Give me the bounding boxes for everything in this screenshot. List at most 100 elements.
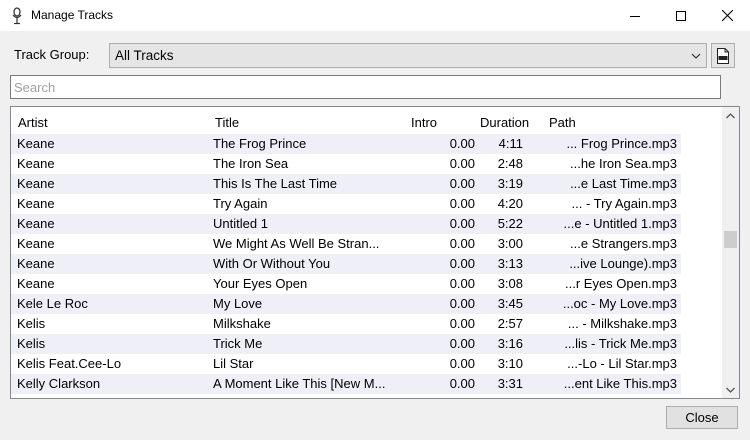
intro-cell: 0.00: [449, 236, 475, 251]
duration-cell: 3:13: [497, 256, 523, 271]
artist-cell: Kelly Clarkson: [17, 376, 101, 391]
list-rows: Keane The Frog Prince 0.00 4:11 ... Frog Pri…: [11, 134, 681, 394]
track-group-select[interactable]: All Tracks: [109, 43, 707, 68]
title-cell: With Or Without You: [213, 256, 331, 271]
title-cell: The Frog Prince: [213, 136, 307, 151]
artist-cell: Keane: [17, 276, 55, 291]
title-cell: Your Eyes Open: [213, 276, 308, 291]
title-cell: My Love: [213, 296, 263, 311]
table-row[interactable]: Kelis Feat.Cee-Lo Lil Star 0.00 3:10 ...-Lo …: [11, 354, 681, 374]
microphone-icon: [12, 7, 22, 25]
scroll-down-button[interactable]: [722, 381, 739, 398]
search-input[interactable]: [11, 76, 720, 98]
artist-cell: Keane: [17, 196, 55, 211]
path-cell: ... - Try Again.mp3: [571, 196, 678, 211]
table-row[interactable]: Keane The Iron Sea 0.00 2:48 ...he Iron Sea.…: [11, 154, 681, 174]
duration-cell: 4:20: [497, 196, 523, 211]
close-window-button[interactable]: [704, 0, 750, 31]
artist-cell: Keane: [17, 136, 55, 151]
intro-cell: 0.00: [449, 136, 475, 151]
path-cell: ...e - Untitled 1.mp3: [563, 216, 677, 231]
column-header-duration[interactable]: Duration: [480, 115, 529, 130]
title-cell: This Is The Last Time: [213, 176, 338, 191]
path-cell: ... Frog Prince.mp3: [566, 136, 677, 151]
table-row[interactable]: Keane The Frog Prince 0.00 4:11 ... Frog Pri…: [11, 134, 681, 154]
title-cell: Trick Me: [213, 336, 263, 351]
track-group-label: Track Group:: [14, 47, 90, 62]
title-cell: The Iron Sea: [213, 156, 289, 171]
title-cell: Milkshake: [213, 316, 271, 331]
scroll-up-button[interactable]: [722, 107, 739, 124]
duration-cell: 3:45: [497, 296, 523, 311]
track-group-value: All Tracks: [115, 48, 174, 63]
duration-cell: 3:31: [497, 376, 523, 391]
column-header-intro[interactable]: Intro: [411, 115, 437, 130]
intro-cell: 0.00: [449, 156, 475, 171]
table-row[interactable]: Kele Le Roc My Love 0.00 3:45 ...oc - My Lov…: [11, 294, 681, 314]
search-box[interactable]: [10, 75, 721, 99]
artist-cell: Keane: [17, 256, 55, 271]
intro-cell: 0.00: [449, 336, 475, 351]
close-button[interactable]: Close: [666, 406, 738, 429]
table-row[interactable]: Keane Try Again 0.00 4:20 ... - Try Again.mp…: [11, 194, 681, 214]
column-header-artist[interactable]: Artist: [18, 115, 48, 130]
artist-cell: Keane: [17, 236, 55, 251]
table-row[interactable]: Kelis Milkshake 0.00 2:57 ... - Milkshake.mp…: [11, 314, 681, 334]
chevron-down-icon: [691, 53, 701, 59]
minimize-icon: [630, 15, 640, 17]
scroll-thumb[interactable]: [724, 231, 737, 248]
minimize-button[interactable]: [612, 0, 658, 31]
intro-cell: 0.00: [449, 256, 475, 271]
path-cell: ...lis - Trick Me.mp3: [564, 336, 677, 351]
intro-cell: 0.00: [449, 296, 475, 311]
path-cell: ...r Eyes Open.mp3: [565, 276, 677, 291]
artist-cell: Kelis: [17, 336, 46, 351]
csv-file-icon: [717, 47, 729, 64]
intro-cell: 0.00: [449, 356, 475, 371]
path-cell: ... - Milkshake.mp3: [567, 316, 677, 331]
artist-cell: Keane: [17, 176, 55, 191]
duration-cell: 3:19: [497, 176, 523, 191]
duration-cell: 3:00: [497, 236, 523, 251]
artist-cell: Kelis Feat.Cee-Lo: [17, 356, 122, 371]
chevron-down-icon: [726, 387, 735, 393]
duration-cell: 3:16: [497, 336, 523, 351]
chevron-up-icon: [726, 112, 735, 118]
table-row[interactable]: Keane We Might As Well Be Stran... 0.00 3:0…: [11, 234, 681, 254]
artist-cell: Keane: [17, 216, 55, 231]
artist-cell: Kele Le Roc: [17, 296, 88, 311]
path-cell: ...ent Like This.mp3: [563, 376, 677, 391]
table-row[interactable]: Keane With Or Without You 0.00 3:13 ...ive L…: [11, 254, 681, 274]
path-cell: ...he Iron Sea.mp3: [570, 156, 677, 171]
duration-cell: 3:10: [497, 356, 523, 371]
close-icon: [721, 10, 733, 21]
table-row[interactable]: Keane Your Eyes Open 0.00 3:08 ...r Eyes Ope…: [11, 274, 681, 294]
path-cell: ...-Lo - Lil Star.mp3: [567, 356, 677, 371]
table-row[interactable]: Kelis Trick Me 0.00 3:16 ...lis - Trick Me.m…: [11, 334, 681, 354]
window-title: Manage Tracks: [31, 8, 114, 22]
maximize-button[interactable]: [658, 0, 704, 31]
duration-cell: 3:08: [497, 276, 523, 291]
column-header-path[interactable]: Path: [549, 115, 576, 130]
intro-cell: 0.00: [449, 176, 475, 191]
duration-cell: 2:57: [497, 316, 523, 331]
vertical-scrollbar[interactable]: [722, 107, 739, 398]
table-row[interactable]: Keane This Is The Last Time 0.00 3:19 ...e L…: [11, 174, 681, 194]
title-cell: A Moment Like This [New M...: [213, 376, 385, 391]
path-cell: ...e Last Time.mp3: [570, 176, 677, 191]
export-csv-button[interactable]: [711, 43, 735, 68]
intro-cell: 0.00: [449, 276, 475, 291]
list-header: Artist Title Intro Duration Path: [11, 110, 681, 134]
path-cell: ...e Strangers.mp3: [570, 236, 677, 251]
tracks-list[interactable]: Artist Title Intro Duration Path Keane Th…: [10, 106, 740, 399]
title-cell: Try Again: [213, 196, 268, 211]
table-row[interactable]: Kelly Clarkson A Moment Like This [New M.…: [11, 374, 681, 394]
table-row[interactable]: Keane Untitled 1 0.00 5:22 ...e - Untitled 1…: [11, 214, 681, 234]
column-header-title[interactable]: Title: [215, 115, 239, 130]
title-bar: Manage Tracks: [0, 0, 750, 31]
artist-cell: Keane: [17, 156, 55, 171]
duration-cell: 4:11: [498, 136, 523, 151]
duration-cell: 5:22: [497, 216, 523, 231]
artist-cell: Kelis: [17, 316, 46, 331]
title-cell: Untitled 1: [213, 216, 268, 231]
